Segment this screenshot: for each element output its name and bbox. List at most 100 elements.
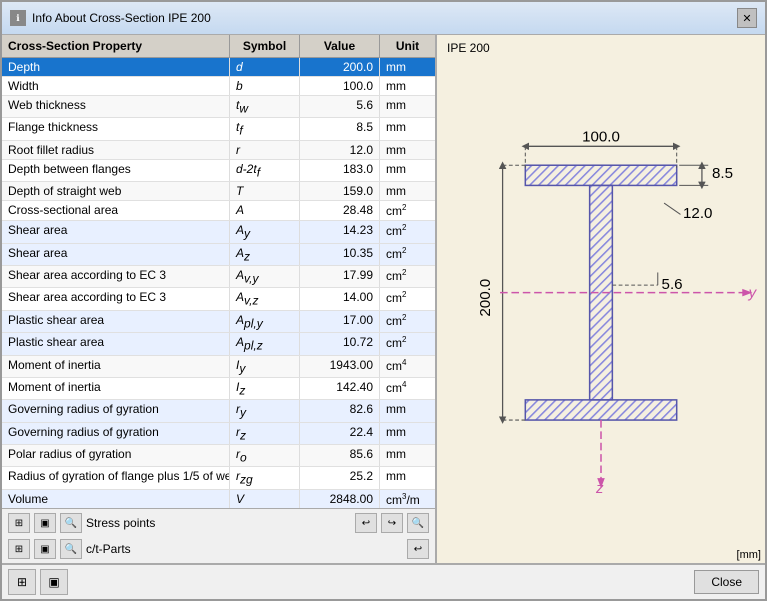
cell-symbol: T [230, 182, 300, 200]
cell-property: Shear area [2, 244, 230, 265]
cell-symbol: Av,z [230, 288, 300, 309]
right-panel: IPE 200 [437, 35, 765, 563]
cell-symbol: Av,y [230, 266, 300, 287]
cell-symbol: ry [230, 400, 300, 421]
cell-property: Cross-sectional area [2, 201, 230, 220]
table-row[interactable]: Root fillet radius r 12.0 mm [2, 141, 435, 160]
cell-symbol: rz [230, 423, 300, 444]
cell-unit: mm [380, 467, 435, 488]
bottom-icon-1[interactable]: ⊞ [8, 569, 36, 595]
cell-property: Shear area according to EC 3 [2, 288, 230, 309]
cell-unit: cm2 [380, 221, 435, 242]
close-x-button[interactable]: ✕ [737, 8, 757, 28]
cell-value: 200.0 [300, 58, 380, 76]
table-row[interactable]: Governing radius of gyration ry 82.6 mm [2, 400, 435, 422]
cell-unit: cm2 [380, 266, 435, 287]
title-bar: ℹ Info About Cross-Section IPE 200 ✕ [2, 2, 765, 35]
header-unit: Unit [380, 35, 435, 57]
ct-right-1[interactable]: ↩ [407, 539, 429, 559]
cell-value: 25.2 [300, 467, 380, 488]
table-row[interactable]: Width b 100.0 mm [2, 77, 435, 96]
cell-unit: cm2 [380, 311, 435, 332]
dim-flange: 8.5 [712, 165, 733, 182]
stress-right-2[interactable]: ↪ [381, 513, 403, 533]
table-row[interactable]: Moment of inertia Iy 1943.00 cm4 [2, 356, 435, 378]
cell-value: 14.23 [300, 221, 380, 242]
cell-symbol: Apl,z [230, 333, 300, 354]
stress-right-3[interactable]: 🔍 [407, 513, 429, 533]
window-title: Info About Cross-Section IPE 200 [32, 11, 211, 25]
cell-symbol: b [230, 77, 300, 95]
table-row[interactable]: Shear area Az 10.35 cm2 [2, 244, 435, 266]
bottom-left-icons: ⊞ ▣ [8, 569, 68, 595]
cell-value: 10.72 [300, 333, 380, 354]
cell-symbol: rzg [230, 467, 300, 488]
ct-icon-1[interactable]: ⊞ [8, 539, 30, 559]
table-body[interactable]: Depth d 200.0 mm Width b 100.0 mm Web th… [2, 58, 435, 508]
table-row[interactable]: Shear area according to EC 3 Av,y 17.99 … [2, 266, 435, 288]
cell-unit: cm2 [380, 201, 435, 220]
stress-right-1[interactable]: ↩ [355, 513, 377, 533]
dim-radius: 12.0 [683, 205, 712, 222]
ct-icon-2[interactable]: ▣ [34, 539, 56, 559]
stress-icon-2[interactable]: ▣ [34, 513, 56, 533]
cell-symbol: tf [230, 118, 300, 139]
table-row[interactable]: Radius of gyration of flange plus 1/5 of… [2, 467, 435, 489]
cell-symbol: V [230, 490, 300, 508]
table-row[interactable]: Web thickness tw 5.6 mm [2, 96, 435, 118]
table-row[interactable]: Plastic shear area Apl,z 10.72 cm2 [2, 333, 435, 355]
cell-property: Root fillet radius [2, 141, 230, 159]
table-row[interactable]: Depth between flanges d-2tf 183.0 mm [2, 160, 435, 182]
table-container: Cross-Section Property Symbol Value Unit… [2, 35, 435, 508]
cell-property: Plastic shear area [2, 311, 230, 332]
table-row[interactable]: Flange thickness tf 8.5 mm [2, 118, 435, 140]
main-window: ℹ Info About Cross-Section IPE 200 ✕ Cro… [0, 0, 767, 601]
cell-symbol: Iy [230, 356, 300, 377]
cell-unit: cm2 [380, 333, 435, 354]
ct-icon-3[interactable]: 🔍 [60, 539, 82, 559]
title-bar-left: ℹ Info About Cross-Section IPE 200 [10, 10, 211, 26]
cell-unit: mm [380, 423, 435, 444]
table-row[interactable]: Cross-sectional area A 28.48 cm2 [2, 201, 435, 221]
cell-unit: mm [380, 141, 435, 159]
cell-property: Shear area according to EC 3 [2, 266, 230, 287]
window-icon: ℹ [10, 10, 26, 26]
cell-property: Radius of gyration of flange plus 1/5 of… [2, 467, 230, 488]
bottom-right: Close [694, 570, 759, 594]
cell-value: 12.0 [300, 141, 380, 159]
dim-width: 100.0 [582, 128, 620, 145]
cell-value: 22.4 [300, 423, 380, 444]
table-row[interactable]: Shear area Ay 14.23 cm2 [2, 221, 435, 243]
table-row[interactable]: Volume V 2848.00 cm3/m [2, 490, 435, 508]
cell-unit: cm4 [380, 356, 435, 377]
mm-badge: [mm] [437, 547, 765, 563]
stress-icon-3[interactable]: 🔍 [60, 513, 82, 533]
header-property: Cross-Section Property [2, 35, 230, 57]
cell-value: 17.99 [300, 266, 380, 287]
cell-unit: mm [380, 182, 435, 200]
cell-symbol: A [230, 201, 300, 220]
header-symbol: Symbol [230, 35, 300, 57]
cell-property: Plastic shear area [2, 333, 230, 354]
cell-unit: mm [380, 58, 435, 76]
cell-symbol: r [230, 141, 300, 159]
cell-value: 14.00 [300, 288, 380, 309]
cell-unit: mm [380, 160, 435, 181]
cell-unit: mm [380, 118, 435, 139]
drawing-area: 100.0 200.0 8.5 5.6 12.0 [437, 61, 765, 547]
table-row[interactable]: Shear area according to EC 3 Av,z 14.00 … [2, 288, 435, 310]
cell-property: Width [2, 77, 230, 95]
table-row[interactable]: Moment of inertia Iz 142.40 cm4 [2, 378, 435, 400]
cell-value: 5.6 [300, 96, 380, 117]
table-row[interactable]: Plastic shear area Apl,y 17.00 cm2 [2, 311, 435, 333]
table-row[interactable]: Governing radius of gyration rz 22.4 mm [2, 423, 435, 445]
cell-value: 159.0 [300, 182, 380, 200]
table-row[interactable]: Depth of straight web T 159.0 mm [2, 182, 435, 201]
table-row[interactable]: Polar radius of gyration ro 85.6 mm [2, 445, 435, 467]
stress-icon-1[interactable]: ⊞ [8, 513, 30, 533]
cell-value: 17.00 [300, 311, 380, 332]
table-row[interactable]: Depth d 200.0 mm [2, 58, 435, 77]
bottom-icon-2[interactable]: ▣ [40, 569, 68, 595]
ipe-drawing: 100.0 200.0 8.5 5.6 12.0 [437, 61, 765, 547]
close-button[interactable]: Close [694, 570, 759, 594]
